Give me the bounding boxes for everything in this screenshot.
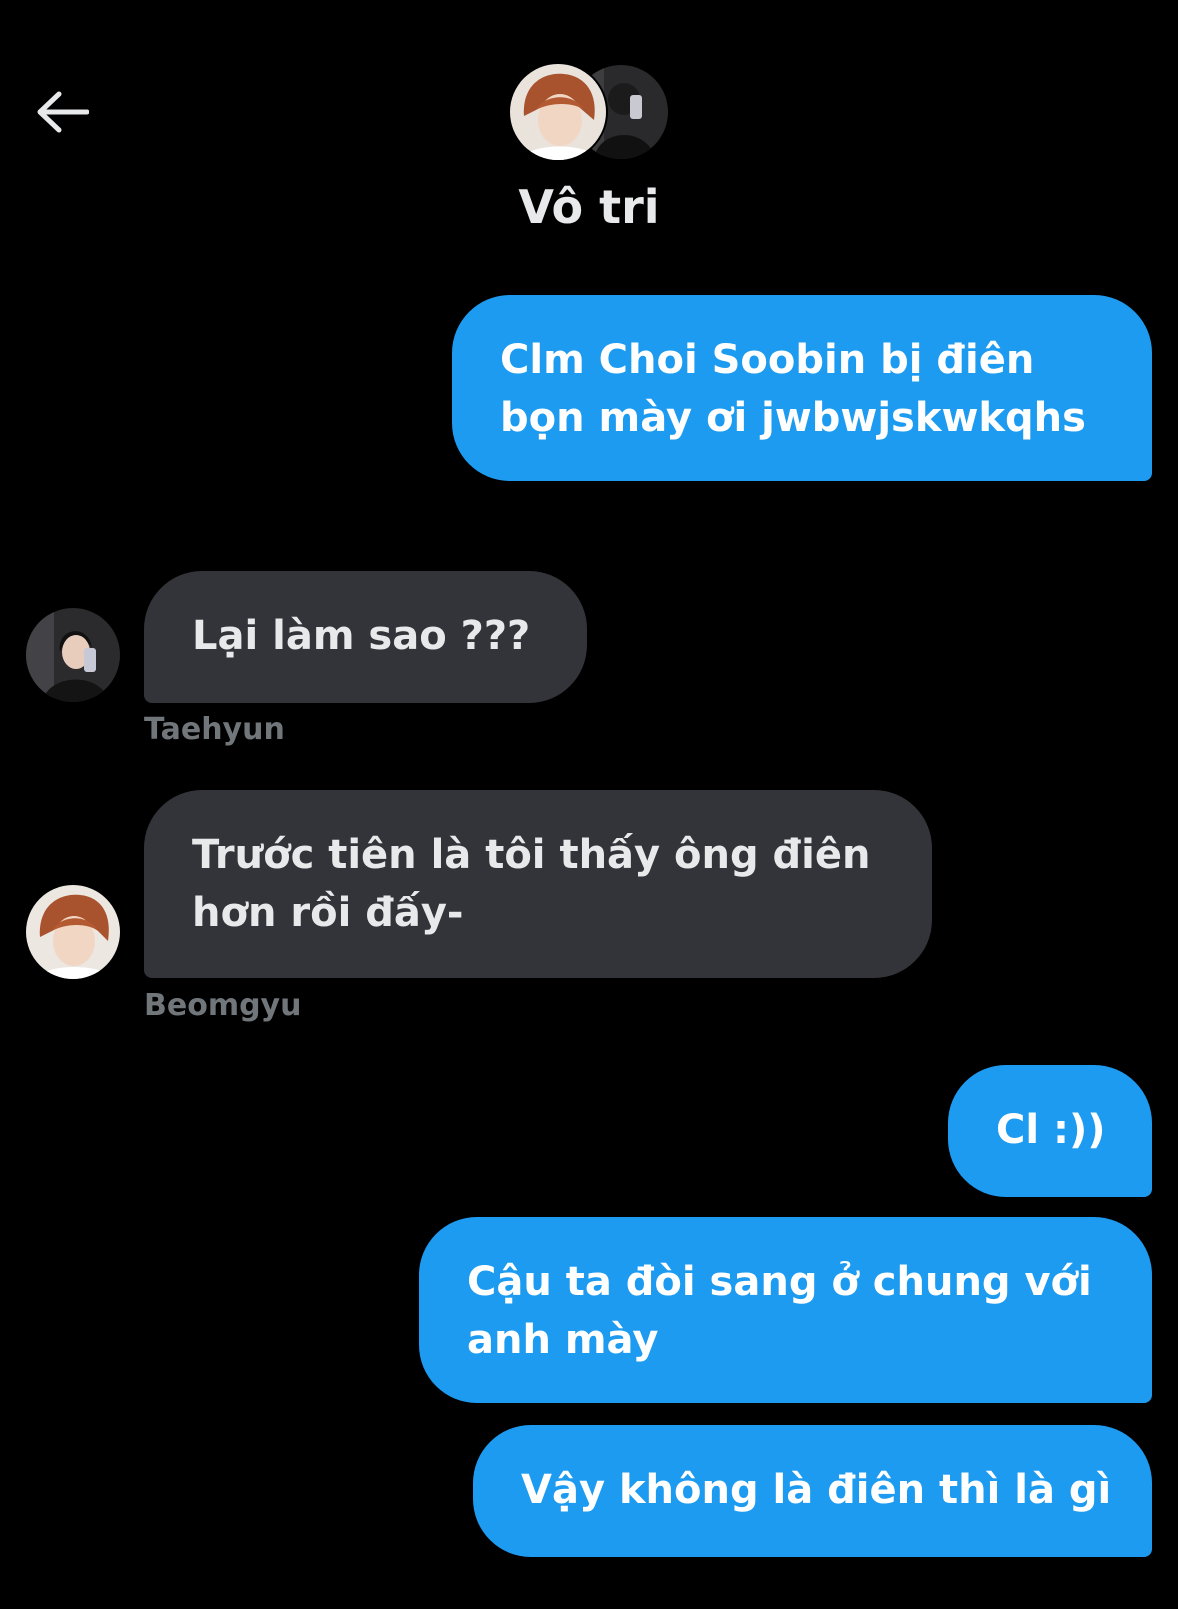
back-button[interactable]: [30, 80, 94, 144]
message-text-line: Cl :)): [996, 1107, 1106, 1153]
message-bubble-incoming[interactable]: Trước tiên là tôi thấy ông điên hơn rồi …: [144, 790, 932, 978]
group-avatars[interactable]: [508, 62, 670, 162]
sender-name: Beomgyu: [144, 988, 302, 1023]
message-bubble-outgoing[interactable]: Cậu ta đòi sang ở chung với anh mày: [419, 1217, 1152, 1403]
chat-title: Vô tri: [518, 180, 660, 234]
avatar[interactable]: [26, 608, 120, 702]
avatar: [508, 62, 608, 162]
message-text-line: Cậu ta đòi sang ở chung với: [467, 1259, 1092, 1305]
avatar[interactable]: [26, 885, 120, 979]
sender-name: Taehyun: [144, 712, 285, 747]
message-bubble-incoming[interactable]: Lại làm sao ???: [144, 571, 587, 703]
arrow-left-icon: [37, 91, 89, 133]
message-text-line: Trước tiên là tôi thấy ông điên: [192, 832, 871, 878]
message-text-line: bọn mày ơi jwbwjskwkqhs: [500, 395, 1086, 441]
message-bubble-outgoing[interactable]: Vậy không là điên thì là gì: [473, 1425, 1152, 1557]
message-text-line: anh mày: [467, 1317, 659, 1363]
message-text-line: Vậy không là điên thì là gì: [521, 1467, 1112, 1513]
message-text-line: hơn rồi đấy-: [192, 890, 464, 936]
message-bubble-outgoing[interactable]: Clm Choi Soobin bị điên bọn mày ơi jwbwj…: [452, 295, 1152, 481]
message-bubble-outgoing[interactable]: Cl :)): [948, 1065, 1152, 1197]
message-text-line: Clm Choi Soobin bị điên: [500, 337, 1035, 383]
message-text-line: Lại làm sao ???: [192, 613, 531, 659]
